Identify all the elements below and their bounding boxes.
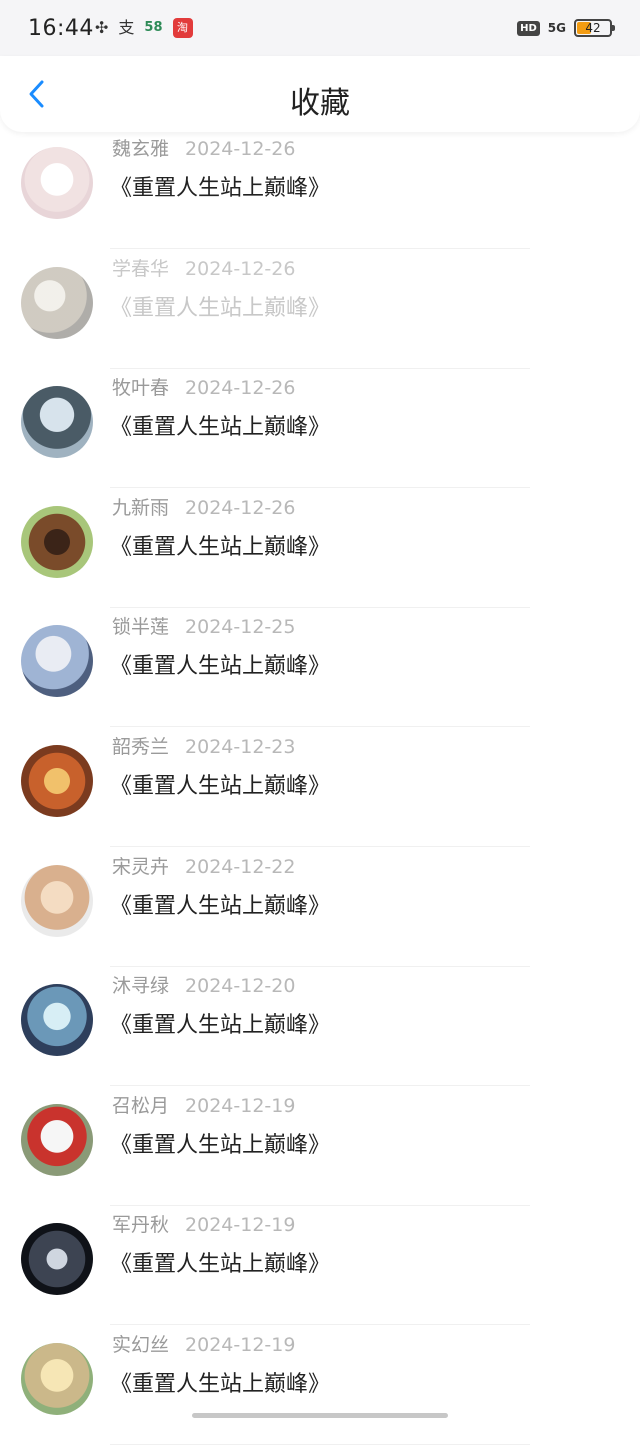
author-name: 牧叶春 <box>112 377 170 400</box>
avatar[interactable] <box>21 1223 93 1296</box>
author-line: 沐寻绿 2024-12-20 <box>112 971 295 998</box>
author-line: 召松月 2024-12-19 <box>112 1091 295 1118</box>
favorite-date: 2024-12-26 <box>185 496 296 519</box>
book-title[interactable]: 《重置人生站上巅峰》 <box>110 529 330 561</box>
author-line: 军丹秋 2024-12-19 <box>112 1210 295 1237</box>
favorite-date: 2024-12-26 <box>185 377 296 400</box>
book-title[interactable]: 《重置人生站上巅峰》 <box>110 648 330 680</box>
author-line: 锁半莲 2024-12-25 <box>112 612 295 639</box>
author-line: 实幻丝 2024-12-19 <box>112 1330 295 1357</box>
favorite-item[interactable]: 魏玄雅 2024-12-26 《重置人生站上巅峰》 <box>0 130 640 249</box>
page-title: 收藏 <box>290 86 350 121</box>
author-name: 实幻丝 <box>112 1334 170 1356</box>
book-title[interactable]: 《重置人生站上巅峰》 <box>110 1127 330 1159</box>
signal-icon: 5G <box>547 21 566 35</box>
author-name: 军丹秋 <box>112 1214 170 1237</box>
favorite-item[interactable]: 学春华 2024-12-26 《重置人生站上巅峰》 <box>0 250 640 369</box>
author-name: 锁半莲 <box>112 616 170 639</box>
author-line: 韶秀兰 2024-12-23 <box>112 732 295 759</box>
author-line: 牧叶春 2024-12-26 <box>112 373 295 400</box>
avatar[interactable] <box>21 505 93 578</box>
author-name: 魏玄雅 <box>112 138 170 160</box>
author-line: 魏玄雅 2024-12-26 <box>112 134 295 161</box>
avatar[interactable] <box>21 625 93 698</box>
battery-icon: 42 <box>574 19 615 37</box>
book-title[interactable]: 《重置人生站上巅峰》 <box>110 888 330 920</box>
book-title[interactable]: 《重置人生站上巅峰》 <box>110 170 330 202</box>
pinwheel-icon: ✣ <box>95 18 109 37</box>
book-title[interactable]: 《重置人生站上巅峰》 <box>110 290 330 322</box>
favorite-date: 2024-12-23 <box>185 736 296 758</box>
avatar[interactable] <box>21 1103 93 1176</box>
taobao-icon: 淘 <box>172 18 193 38</box>
book-title[interactable]: 《重置人生站上巅峰》 <box>110 409 330 441</box>
avatar[interactable] <box>21 745 93 817</box>
author-name: 召松月 <box>112 1094 170 1117</box>
author-name: 沐寻绿 <box>112 975 170 998</box>
58-icon: 58 <box>144 20 163 35</box>
favorite-item[interactable]: 牧叶春 2024-12-26 《重置人生站上巅峰》 <box>0 369 640 489</box>
header: 收藏 <box>0 56 640 132</box>
author-line: 九新雨 2024-12-26 <box>112 493 295 520</box>
author-line: 学春华 2024-12-26 <box>112 254 295 281</box>
avatar[interactable] <box>21 864 93 937</box>
author-line: 宋灵卉 2024-12-22 <box>112 852 295 879</box>
clock: 16:44 <box>28 16 94 41</box>
favorite-item[interactable]: 军丹秋 2024-12-19 《重置人生站上巅峰》 <box>0 1206 640 1326</box>
avatar[interactable] <box>21 266 93 339</box>
avatar[interactable] <box>21 147 93 219</box>
favorite-date: 2024-12-25 <box>185 616 296 639</box>
author-name: 学春华 <box>112 257 170 280</box>
book-title[interactable]: 《重置人生站上巅峰》 <box>110 768 330 800</box>
book-title[interactable]: 《重置人生站上巅峰》 <box>110 1246 330 1278</box>
system-indicators: HD 5G 42 <box>517 19 615 37</box>
avatar[interactable] <box>21 984 93 1057</box>
favorite-date: 2024-12-22 <box>185 855 296 878</box>
book-title[interactable]: 《重置人生站上巅峰》 <box>110 1007 330 1039</box>
alipay-icon: 支 <box>118 18 135 37</box>
favorite-date: 2024-12-26 <box>185 138 296 160</box>
favorite-item[interactable]: 宋灵卉 2024-12-22 《重置人生站上巅峰》 <box>0 848 640 967</box>
author-name: 宋灵卉 <box>112 855 170 878</box>
avatar[interactable] <box>21 1343 93 1415</box>
favorite-date: 2024-12-19 <box>185 1214 296 1237</box>
notification-icons: ✣ 支 58 淘 <box>95 18 193 38</box>
favorite-item[interactable]: 九新雨 2024-12-26 《重置人生站上巅峰》 <box>0 489 640 608</box>
favorite-date: 2024-12-19 <box>185 1094 296 1117</box>
hd-icon: HD <box>517 20 540 36</box>
status-bar: 16:44 ✣ 支 58 淘 HD 5G 42 <box>0 0 640 60</box>
avatar[interactable] <box>21 386 93 459</box>
favorite-item[interactable]: 召松月 2024-12-19 《重置人生站上巅峰》 <box>0 1087 640 1206</box>
favorite-item[interactable]: 锁半莲 2024-12-25 《重置人生站上巅峰》 <box>0 608 640 728</box>
favorite-item[interactable]: 实幻丝 2024-12-19 《重置人生站上巅峰》 <box>0 1326 640 1445</box>
favorite-item[interactable]: 韶秀兰 2024-12-23 《重置人生站上巅峰》 <box>0 728 640 847</box>
battery-level: 42 <box>585 21 601 35</box>
book-title[interactable]: 《重置人生站上巅峰》 <box>110 1366 330 1398</box>
favorite-date: 2024-12-26 <box>185 257 296 280</box>
author-name: 韶秀兰 <box>112 736 170 758</box>
favorite-date: 2024-12-20 <box>185 975 296 998</box>
home-indicator[interactable] <box>192 1413 448 1418</box>
favorite-item[interactable]: 沐寻绿 2024-12-20 《重置人生站上巅峰》 <box>0 967 640 1087</box>
favorite-date: 2024-12-19 <box>185 1334 296 1356</box>
author-name: 九新雨 <box>112 496 170 519</box>
